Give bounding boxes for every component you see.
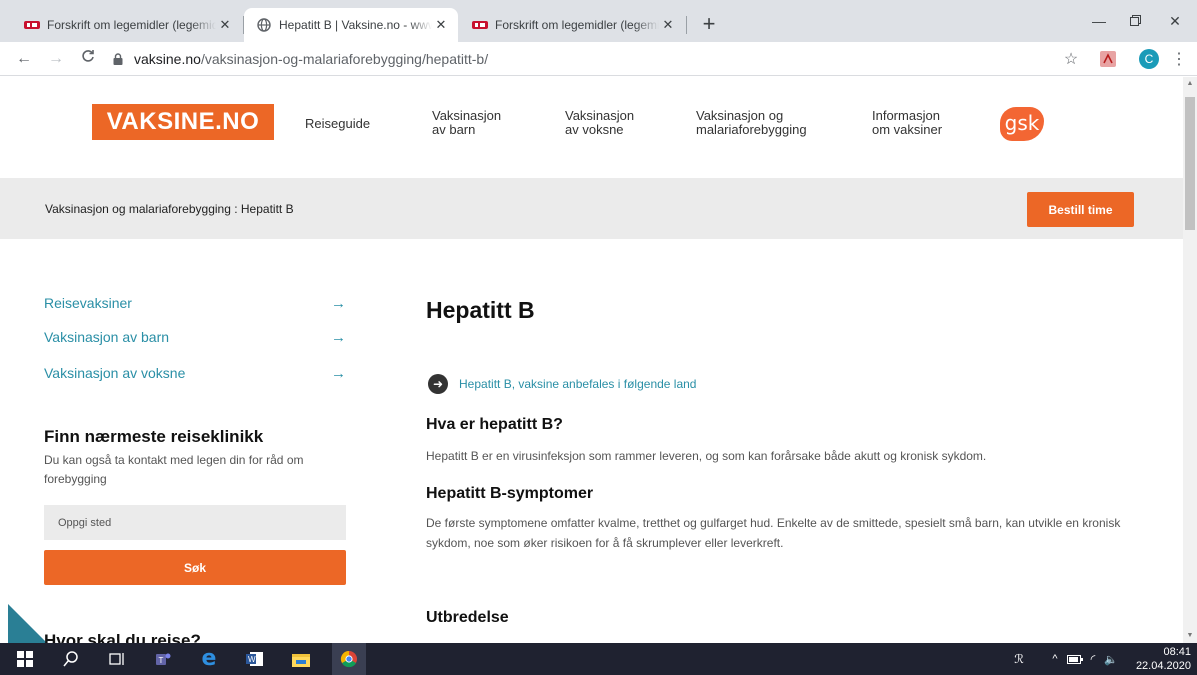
bookmark-star-icon[interactable]: ☆ [1060,48,1082,70]
sidebar-link-label: Reisevaksiner [44,295,132,311]
tab-hepatitt-b[interactable]: Hepatitt B | Vaksine.no - www.vaksine.no… [244,8,458,42]
tab-separator [686,16,687,34]
sidebar-link-voksne[interactable]: Vaksinasjon av voksne → [44,363,346,383]
recommended-countries-link[interactable]: ➜ Hepatitt B, vaksine anbefales i følgen… [428,374,696,394]
windows-taskbar: T e W ℛ ^ ◜ 🔈 08:41 22.04.2020 [0,643,1197,675]
scroll-up-icon[interactable]: ▲ [1183,77,1197,91]
nav-line: Vaksinasjon og [696,108,784,123]
address-bar[interactable]: vaksine.no/vaksinasjon-og-malariaforebyg… [110,46,1060,72]
breadcrumb-band: Vaksinasjon og malariaforebygging : Hepa… [0,178,1183,239]
scroll-down-icon[interactable]: ▼ [1183,629,1197,643]
tab-forskrift-1[interactable]: Forskrift om legemidler (legemidl ✕ [12,8,242,42]
page-scrollbar[interactable]: ▲ ▼ [1183,77,1197,643]
windows-start-icon[interactable] [8,643,42,675]
nav-vaksinasjon-barn[interactable]: Vaksinasjon av barn [432,109,501,137]
nav-line: Informasjon [872,108,940,123]
browser-toolbar: ← → vaksine.no/vaksinasjon-og-malariafor… [0,42,1197,76]
nav-line: om vaksiner [872,122,943,137]
clock-time: 08:41 [1163,646,1191,658]
globe-favicon-icon [256,17,272,33]
browser-tab-strip: Forskrift om legemidler (legemidl ✕ Hepa… [0,0,1197,42]
decorative-triangle [8,604,48,644]
section-heading: Hva er hepatitt B? [426,416,563,433]
sidebar-link-label: Vaksinasjon av voksne [44,365,186,381]
chrome-icon[interactable] [332,643,366,675]
clinic-finder-title: Finn nærmeste reiseklinikk [44,427,264,446]
nav-line: Vaksinasjon [432,108,502,123]
svg-text:T: T [159,656,164,665]
window-close-icon[interactable]: ✕ [1152,6,1197,36]
arrow-right-icon: → [331,294,346,312]
search-icon[interactable] [54,643,88,675]
tab-title: Forskrift om legemidler (legemidl [47,18,216,32]
tab-close-icon[interactable]: ✕ [659,17,677,33]
tab-close-icon[interactable]: ✕ [432,17,450,33]
nav-reiseguide[interactable]: Reiseguide [305,117,370,131]
where-travel-title: Hvor skal du reise? [44,631,201,643]
forward-arrow-icon[interactable]: → [44,47,68,71]
people-icon[interactable]: ℛ [1002,643,1036,675]
section-heading: Hepatitt B-symptomer [426,485,594,502]
tab-close-icon[interactable]: ✕ [216,17,234,33]
kebab-menu-icon[interactable]: ⋮ [1168,48,1190,70]
lovdata-favicon-icon [472,17,488,33]
place-search-input[interactable] [44,505,346,540]
site-header: VAKSINE.NO Reiseguide Vaksinasjon av bar… [0,77,1183,178]
arrow-circle-icon: ➜ [428,374,448,394]
lock-icon [110,53,126,65]
section-text: Hepatitt B er en virusinfeksjon som ramm… [426,449,987,463]
nav-line: malariaforebygging [696,122,807,137]
sidebar-link-barn[interactable]: Vaksinasjon av barn → [44,327,346,347]
reload-icon[interactable] [76,47,100,71]
task-view-icon[interactable] [100,643,134,675]
gsk-logo[interactable]: gsk [1000,107,1044,141]
nav-line: av voksne [565,122,624,137]
lovdata-favicon-icon [24,17,40,33]
nav-line: Vaksinasjon [565,108,635,123]
nav-malariaforebygging[interactable]: Vaksinasjon og malariaforebygging [696,109,807,137]
section-heading: Utbredelse [426,609,509,626]
tab-forskrift-2[interactable]: Forskrift om legemidler (legemidl ✕ [460,8,685,42]
tab-title: Hepatitt B | Vaksine.no - www.vaksine.no [279,18,432,32]
teams-icon[interactable]: T [146,643,180,675]
profile-avatar[interactable]: C [1138,48,1160,70]
file-explorer-icon[interactable] [284,643,318,675]
svg-text:W: W [248,655,256,664]
sidebar-link-label: Vaksinasjon av barn [44,329,170,345]
new-tab-button[interactable]: + [696,12,722,38]
scrollbar-thumb[interactable] [1185,97,1195,230]
pdf-extension-icon[interactable] [1097,48,1119,70]
recommended-countries-label: Hepatitt B, vaksine anbefales i følgende… [459,377,697,391]
volume-icon[interactable]: 🔈 [1094,643,1128,675]
nav-informasjon-vaksiner[interactable]: Informasjon om vaksiner [872,109,942,137]
edge-icon[interactable]: e [192,643,226,675]
back-arrow-icon[interactable]: ← [12,47,36,71]
section-text: De første symptomene omfatter kvalme, tr… [426,516,1121,550]
url-host: vaksine.no [134,51,201,67]
profile-initial: C [1139,49,1159,69]
book-appointment-button[interactable]: Bestill time [1027,192,1134,227]
nav-line: av barn [432,122,476,137]
vaksine-logo[interactable]: VAKSINE.NO [92,104,274,140]
nav-line: Reiseguide [305,116,371,131]
breadcrumb: Vaksinasjon og malariaforebygging : Hepa… [45,202,294,216]
search-button[interactable]: Søk [44,550,346,585]
arrow-right-icon: → [331,328,346,346]
nav-vaksinasjon-voksne[interactable]: Vaksinasjon av voksne [565,109,634,137]
tab-title: Forskrift om legemidler (legemidl [495,18,659,32]
word-icon[interactable]: W [238,643,272,675]
url-path: /vaksinasjon-og-malariaforebygging/hepat… [200,51,489,67]
system-clock[interactable]: 08:41 22.04.2020 [1136,645,1191,673]
page-title: Hepatitt B [426,297,535,323]
clock-date: 22.04.2020 [1135,660,1191,672]
sidebar-link-reisevaksiner[interactable]: Reisevaksiner → [44,293,346,313]
arrow-right-icon: → [331,364,346,382]
clinic-finder-description: Du kan også ta kontakt med legen din for… [44,453,304,486]
